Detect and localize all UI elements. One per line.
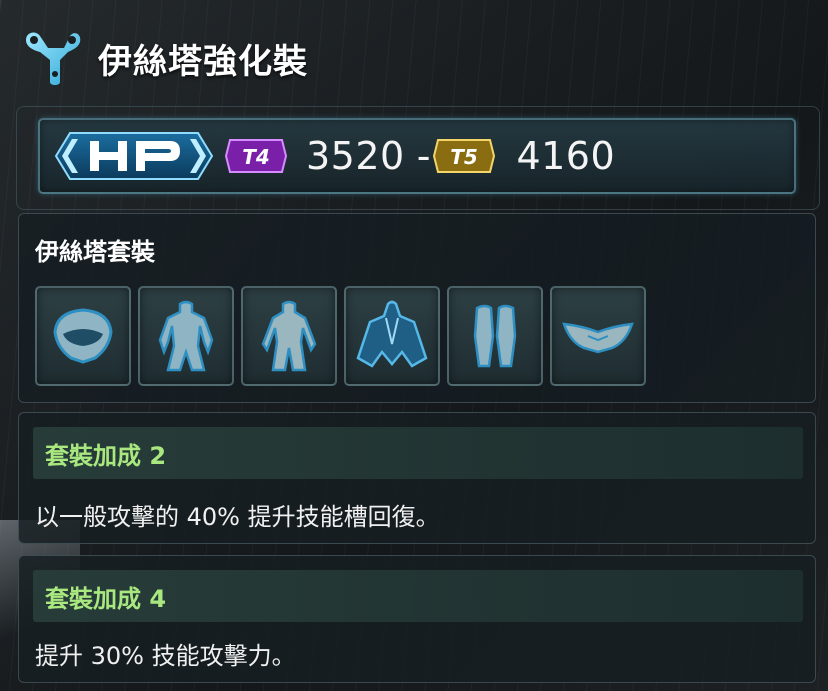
set-piece-wings[interactable] <box>550 286 646 386</box>
set-bonus-title: 套裝加成 4 <box>45 584 167 613</box>
set-piece-slots <box>35 286 646 386</box>
hp-t4-value: 3520 <box>306 134 405 178</box>
set-bonus-panel-2: 套裝加成 2 以一般攻擊的 40% 提升技能槽回復。 <box>18 412 816 544</box>
tier-t4-badge: T4 <box>224 139 288 173</box>
set-piece-armor[interactable] <box>138 286 234 386</box>
set-piece-suit[interactable] <box>241 286 337 386</box>
set-bonus-title: 套裝加成 2 <box>45 441 167 470</box>
wings-icon <box>562 322 634 354</box>
set-piece-leggings[interactable] <box>447 286 543 386</box>
set-name: 伊絲塔套裝 <box>35 238 155 266</box>
tier-t4-label: T4 <box>242 145 270 169</box>
set-emblem-icon <box>26 32 81 85</box>
item-title: 伊絲塔強化裝 <box>98 41 308 82</box>
hp-range-separator: - <box>416 134 431 178</box>
set-bonus-description: 以一般攻擊的 40% 提升技能槽回復。 <box>35 503 440 531</box>
tier-t5-badge: T5 <box>433 139 496 173</box>
set-piece-coat[interactable] <box>344 286 440 386</box>
helmet-icon <box>53 308 113 364</box>
set-bonus-panel-4: 套裝加成 4 提升 30% 技能攻擊力。 <box>18 555 816 683</box>
tier-t5-label: T5 <box>451 145 479 169</box>
set-piece-helmet[interactable] <box>35 286 131 386</box>
hp-stat-panel: T4 3520 - T5 4160 <box>16 106 820 210</box>
set-bonus-description: 提升 30% 技能攻擊力。 <box>35 642 296 670</box>
set-bonus-header: 套裝加成 4 <box>33 570 803 622</box>
hp-icon <box>54 132 214 180</box>
cape-coat-icon <box>356 300 428 368</box>
armor-body-icon <box>158 300 214 372</box>
set-pieces-panel: 伊絲塔套裝 <box>18 213 816 403</box>
leggings-icon <box>473 304 517 368</box>
item-header: 伊絲塔強化裝 <box>20 26 308 90</box>
suit-icon <box>261 300 317 372</box>
hp-t5-value: 4160 <box>516 134 616 178</box>
set-bonus-header: 套裝加成 2 <box>33 427 803 479</box>
